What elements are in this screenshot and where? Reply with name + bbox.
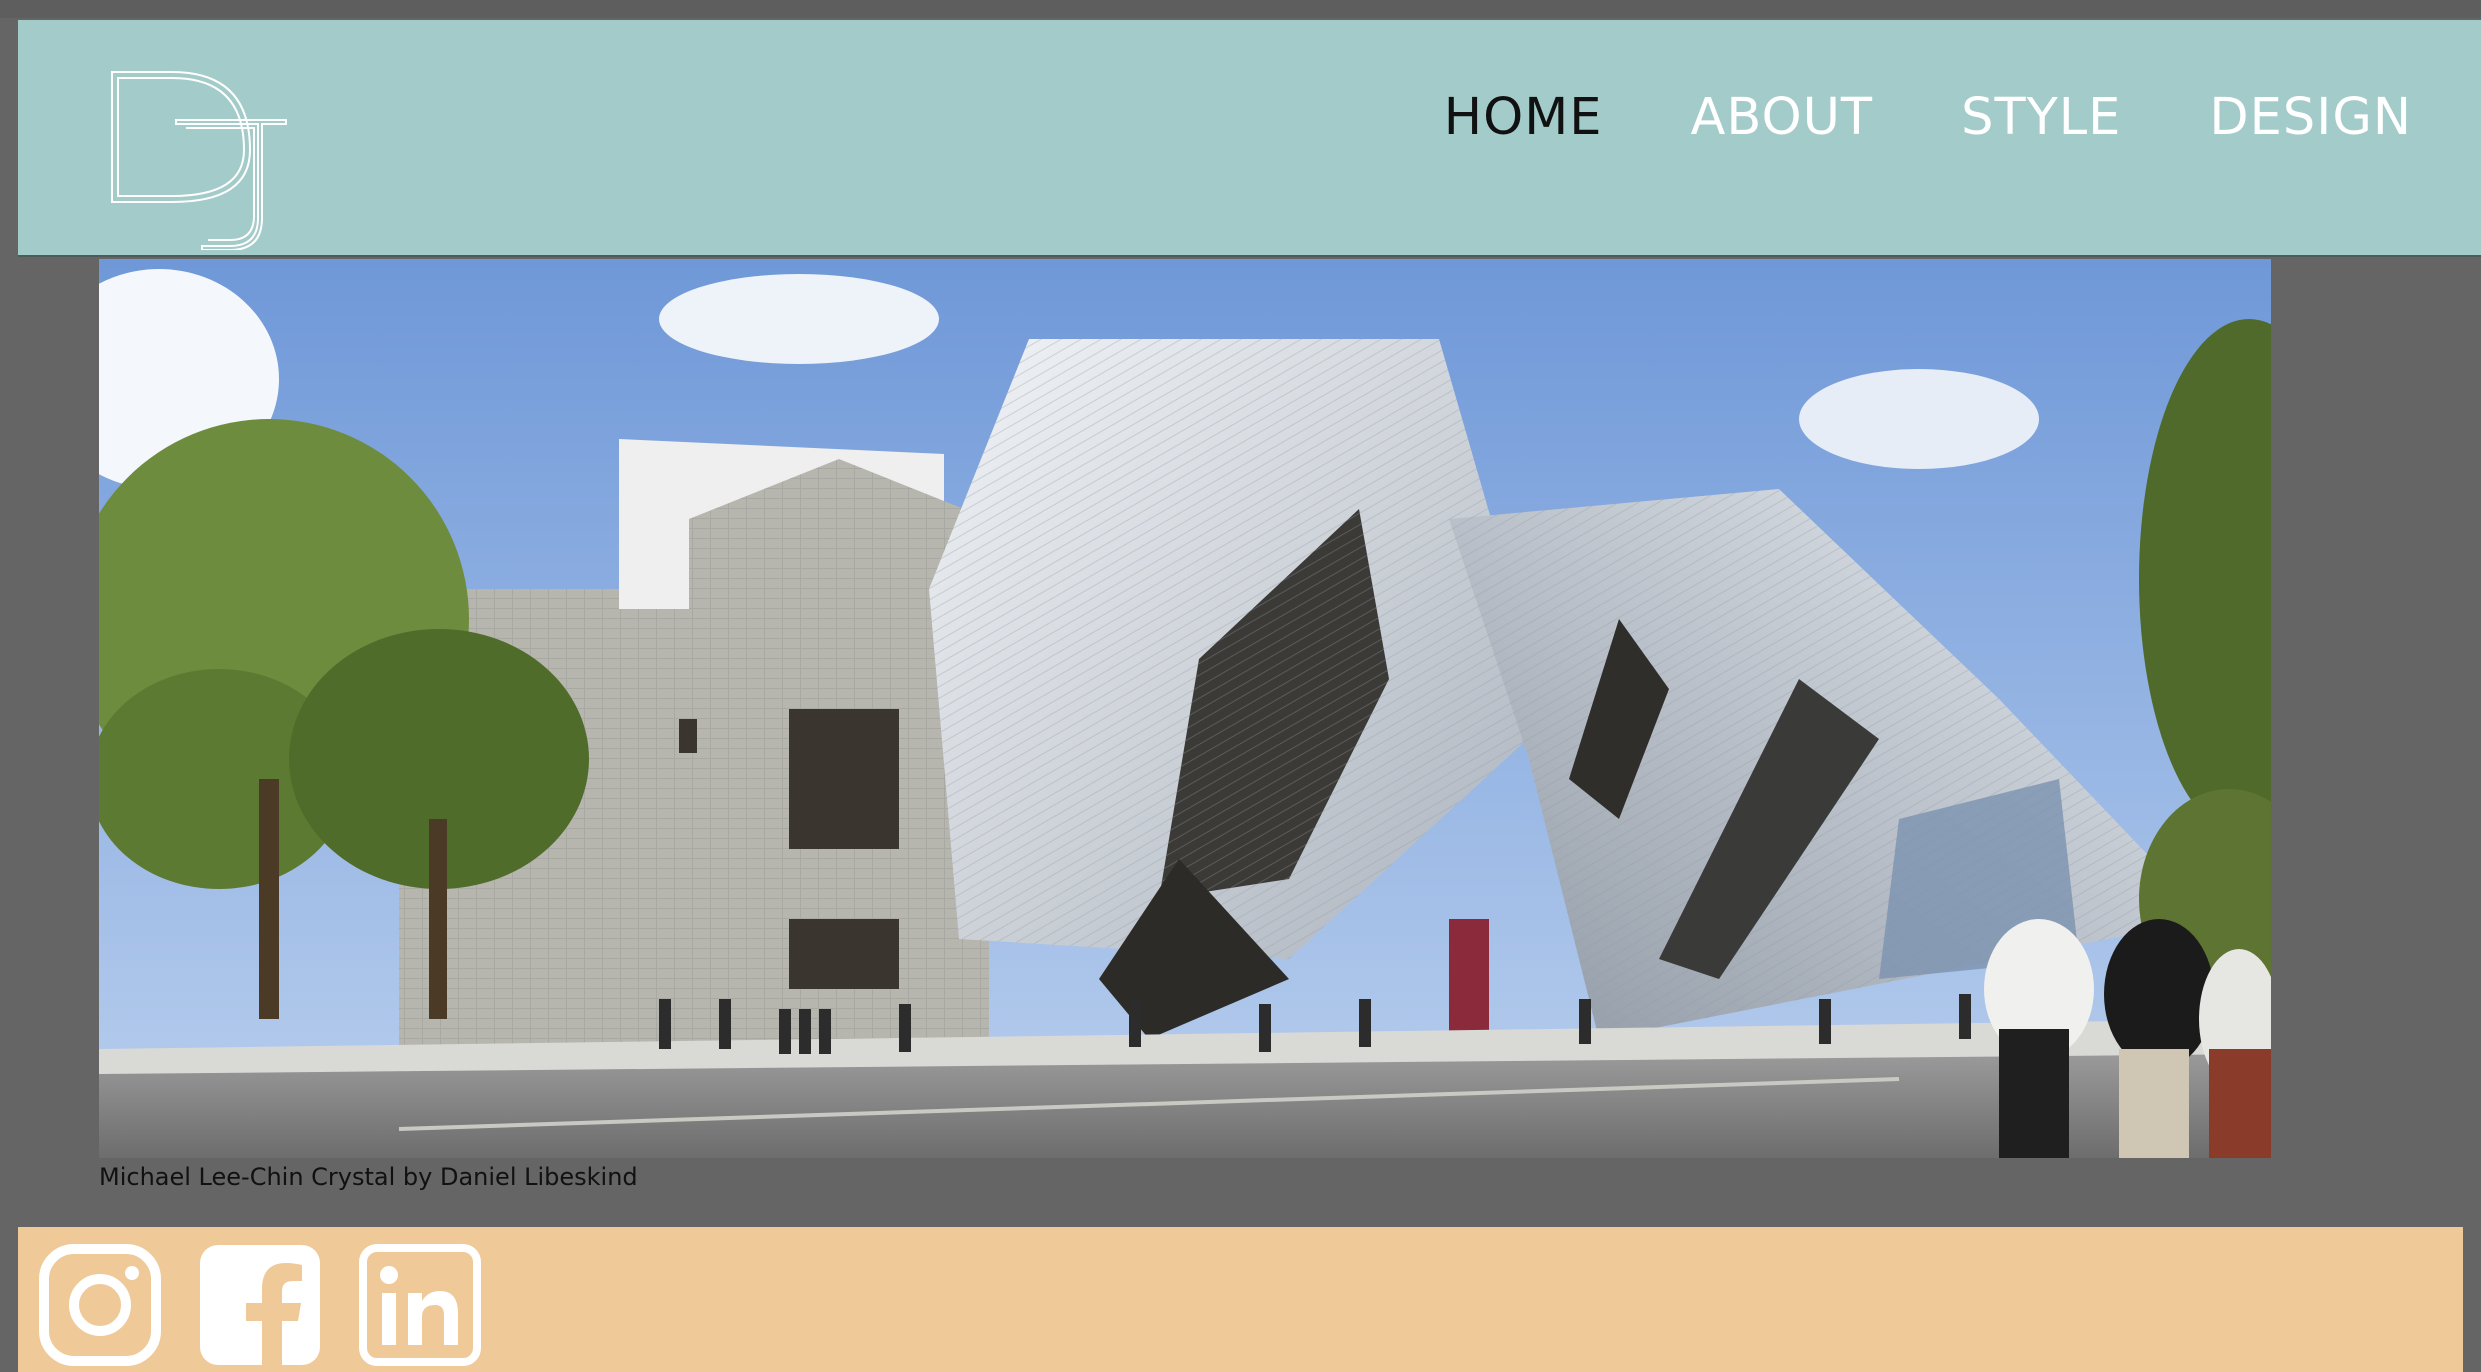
nav-home[interactable]: HOME	[1444, 92, 1603, 143]
nav-style[interactable]: STYLE	[1961, 92, 2121, 143]
linkedin-icon[interactable]	[358, 1243, 482, 1367]
facebook-icon[interactable]	[198, 1243, 322, 1367]
site-footer	[18, 1227, 2463, 1372]
main-nav: HOME ABOUT STYLE DESIGN	[1444, 92, 2412, 143]
site-header: HOME ABOUT STYLE DESIGN	[18, 20, 2481, 257]
hero-caption: Michael Lee-Chin Crystal by Daniel Libes…	[99, 1163, 638, 1191]
window-top-border	[0, 0, 2481, 18]
hero-image	[99, 259, 2271, 1158]
nav-design[interactable]: DESIGN	[2209, 92, 2412, 143]
dj-logo-icon[interactable]	[90, 50, 290, 251]
nav-about[interactable]: ABOUT	[1690, 92, 1873, 143]
tourists	[1984, 919, 2271, 1158]
instagram-icon[interactable]	[38, 1243, 162, 1367]
